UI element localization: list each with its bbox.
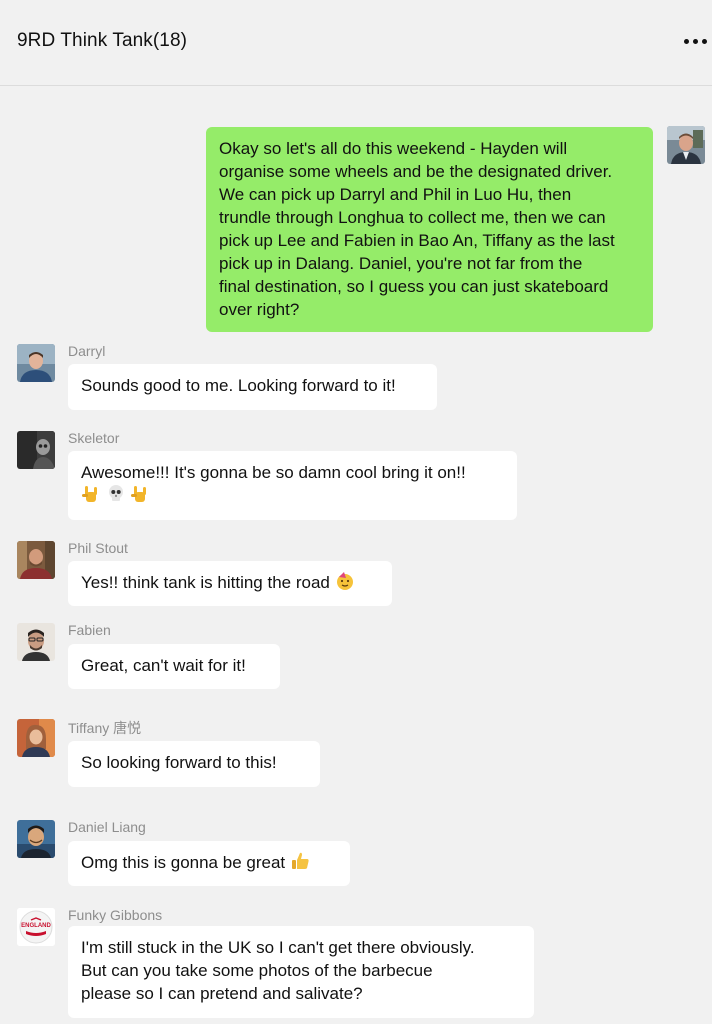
sender-name: Daniel Liang <box>68 819 146 835</box>
message-text: Awesome!!! It's gonna be so damn cool br… <box>81 463 466 482</box>
message-text: Great, can't wait for it! <box>81 656 246 675</box>
message-text: pick up in Dalang. Daniel, you're not fa… <box>219 254 583 273</box>
message-text: But can you take some photos of the barb… <box>81 961 433 980</box>
rock-on-hand-icon <box>130 484 150 510</box>
emoji-row <box>81 484 504 507</box>
sender-name: Darryl <box>68 343 106 359</box>
avatar-daniel-liang[interactable] <box>17 820 55 858</box>
chat-header: 9RD Think Tank(18) <box>0 0 712 86</box>
avatar-darryl[interactable] <box>17 344 55 382</box>
message-bubble[interactable]: Great, can't wait for it! <box>68 644 280 689</box>
avatar-skeletor[interactable] <box>17 431 55 469</box>
message-bubble[interactable]: Yes!! think tank is hitting the road <box>68 561 392 606</box>
message-bubble[interactable]: Okay so let's all do this weekend - Hayd… <box>206 127 653 332</box>
more-dots-icon[interactable] <box>678 28 712 54</box>
message-bubble[interactable]: I'm still stuck in the UK so I can't get… <box>68 926 534 1018</box>
avatar-tiffany[interactable] <box>17 719 55 757</box>
chat-title: 9RD Think Tank(18) <box>17 30 188 51</box>
message-text: over right? <box>219 300 300 319</box>
message-text: final destination, so I guess you can ju… <box>219 277 609 296</box>
message-bubble[interactable]: Omg this is gonna be great <box>68 841 350 886</box>
message-text: Omg this is gonna be great <box>81 853 286 872</box>
avatar-funky-gibbons[interactable]: ENGLAND <box>17 908 55 946</box>
sender-name: Funky Gibbons <box>68 907 163 923</box>
message-bubble[interactable]: Sounds good to me. Looking forward to it… <box>68 364 437 410</box>
message-bubble[interactable]: So looking forward to this! <box>68 741 320 787</box>
message-text: please so I can pretend and salivate? <box>81 984 363 1003</box>
party-face-icon <box>335 571 355 597</box>
message-text: Sounds good to me. Looking forward to it… <box>81 376 396 395</box>
skull-icon <box>106 484 126 510</box>
message-bubble[interactable]: Awesome!!! It's gonna be so damn cool br… <box>68 451 517 520</box>
message-text: Yes!! think tank is hitting the road <box>81 573 330 592</box>
avatar-phil-stout[interactable] <box>17 541 55 579</box>
sender-name: Fabien <box>68 622 111 638</box>
message-text: trundle through Longhua to collect me, t… <box>219 208 606 227</box>
avatar-fabien[interactable] <box>17 623 55 661</box>
avatar-own[interactable] <box>667 126 705 164</box>
sender-name: Phil Stout <box>68 540 128 556</box>
sender-name: Skeletor <box>68 430 120 446</box>
message-text: So looking forward to this! <box>81 753 277 772</box>
rock-on-hand-icon <box>81 484 101 510</box>
avatar-ball-text: ENGLAND <box>21 923 51 929</box>
sender-name: Tiffany 唐悦 <box>68 720 142 736</box>
message-text: Okay so let's all do this weekend - Hayd… <box>219 139 568 158</box>
thumbs-up-icon <box>290 851 310 877</box>
message-text: pick up Lee and Fabien in Bao An, Tiffan… <box>219 231 615 250</box>
message-text: We can pick up Darryl and Phil in Luo Hu… <box>219 185 572 204</box>
message-text: organise some wheels and be the designat… <box>219 162 613 181</box>
message-text: I'm still stuck in the UK so I can't get… <box>81 938 475 957</box>
